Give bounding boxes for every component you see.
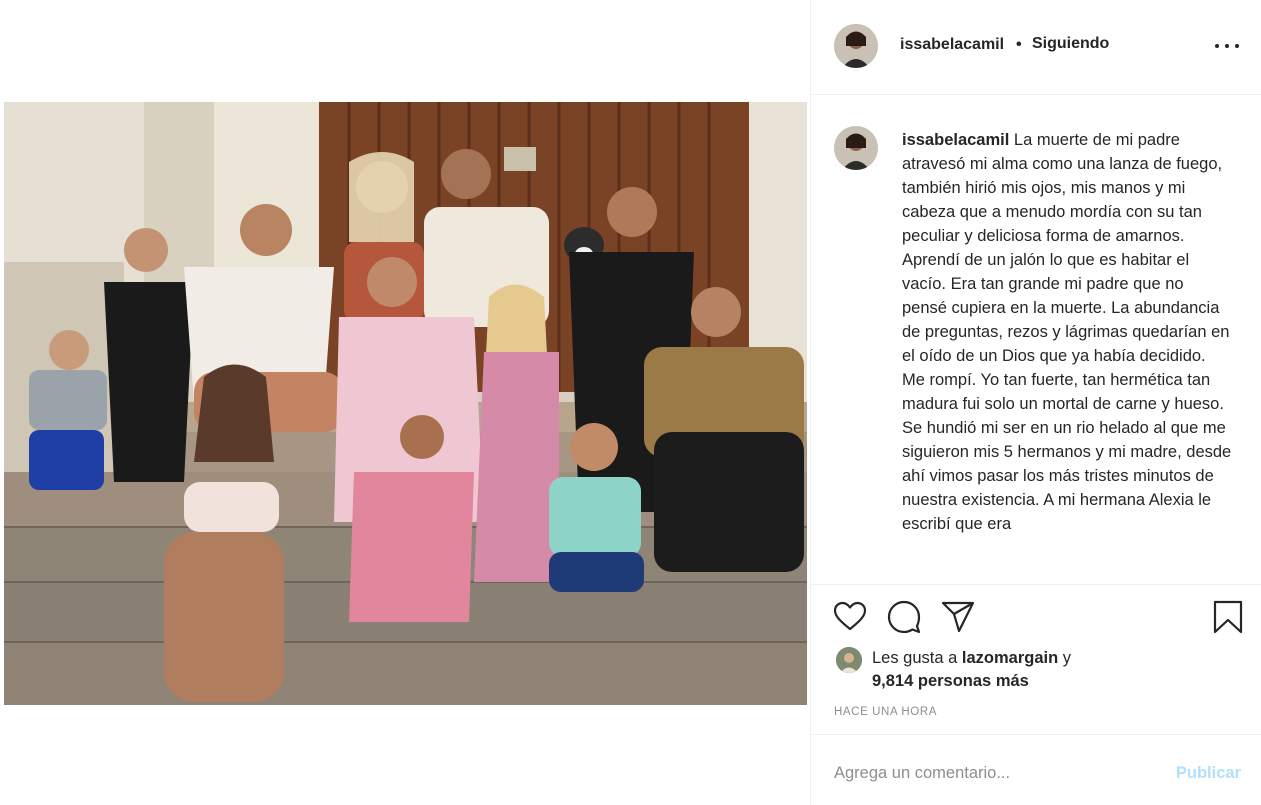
caption-scroll-area[interactable]: issabelacamil La muerte de mi padre atra… xyxy=(811,96,1261,584)
caption-username-link[interactable]: issabelacamil xyxy=(902,131,1009,149)
heart-icon[interactable] xyxy=(832,599,868,635)
post-photo[interactable] xyxy=(4,102,807,705)
caption-author-avatar[interactable] xyxy=(834,126,878,170)
avatar-image xyxy=(834,126,878,170)
post-side-panel: issabelacamil • Siguiendo issabelacamil … xyxy=(810,0,1261,805)
paper-plane-icon[interactable] xyxy=(940,599,976,635)
liker-avatar[interactable] xyxy=(836,647,862,673)
liked-by-username-link[interactable]: lazomargain xyxy=(962,649,1058,667)
post-header: issabelacamil • Siguiendo xyxy=(811,0,1261,95)
dot-2 xyxy=(1225,44,1229,48)
dot-1 xyxy=(1215,44,1219,48)
likes-conjunction: y xyxy=(1062,649,1072,667)
likes-count-link[interactable]: 9,814 personas más xyxy=(872,672,1029,691)
likes-prefix: Les gusta a xyxy=(872,649,958,667)
comment-form: Publicar xyxy=(811,734,1261,805)
author-avatar[interactable] xyxy=(834,24,878,68)
likes-line: Les gusta a lazomargain y xyxy=(872,649,1071,668)
avatar-image xyxy=(834,24,878,68)
separator-dot: • xyxy=(1016,36,1022,53)
bookmark-icon[interactable] xyxy=(1210,599,1246,635)
publish-button[interactable]: Publicar xyxy=(1176,764,1241,783)
post-actions: Les gusta a lazomargain y 9,814 personas… xyxy=(811,584,1261,805)
media-column xyxy=(0,0,810,805)
more-options-icon[interactable] xyxy=(1215,38,1239,54)
family-photo-illustration xyxy=(4,102,807,705)
comment-icon[interactable] xyxy=(886,599,922,635)
follow-status-button[interactable]: Siguiendo xyxy=(1032,35,1109,53)
liker-avatar-image xyxy=(836,647,862,673)
author-username-link[interactable]: issabelacamil xyxy=(900,36,1004,54)
post-timestamp[interactable]: Hace una hora xyxy=(834,706,937,718)
caption-body: La muerte de mi padre atravesó mi alma c… xyxy=(902,131,1232,533)
dot-3 xyxy=(1235,44,1239,48)
comment-input[interactable] xyxy=(834,761,1154,785)
likes-summary: Les gusta a lazomargain y 9,814 personas… xyxy=(836,647,1236,697)
caption-text: issabelacamil La muerte de mi padre atra… xyxy=(902,128,1232,536)
